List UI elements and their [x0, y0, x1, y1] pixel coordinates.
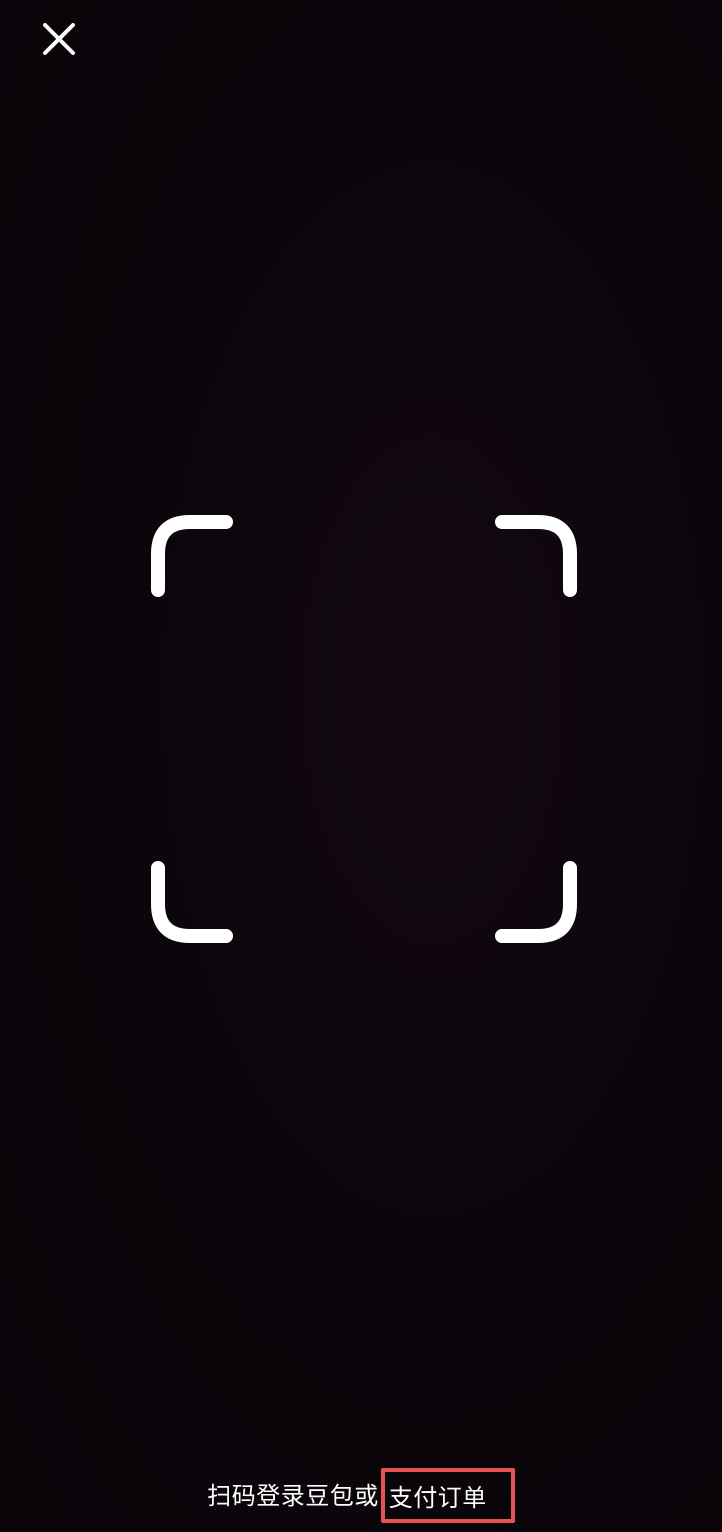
scan-corner-bottom-left-icon: [151, 861, 233, 943]
scan-screen: 扫码登录豆包或 支付订单: [0, 0, 722, 1532]
scan-corner-bottom-right-icon: [495, 861, 577, 943]
scan-hint-prefix: 扫码登录豆包或: [207, 1481, 379, 1510]
scan-frame: [150, 514, 580, 944]
scan-corner-top-left-icon: [151, 515, 233, 597]
close-button[interactable]: [36, 16, 82, 62]
scan-hint: 扫码登录豆包或 支付订单: [0, 1467, 722, 1523]
scan-corner-top-right-icon: [495, 515, 577, 597]
close-icon: [43, 23, 75, 55]
scan-hint-highlight: 支付订单: [380, 1467, 515, 1523]
